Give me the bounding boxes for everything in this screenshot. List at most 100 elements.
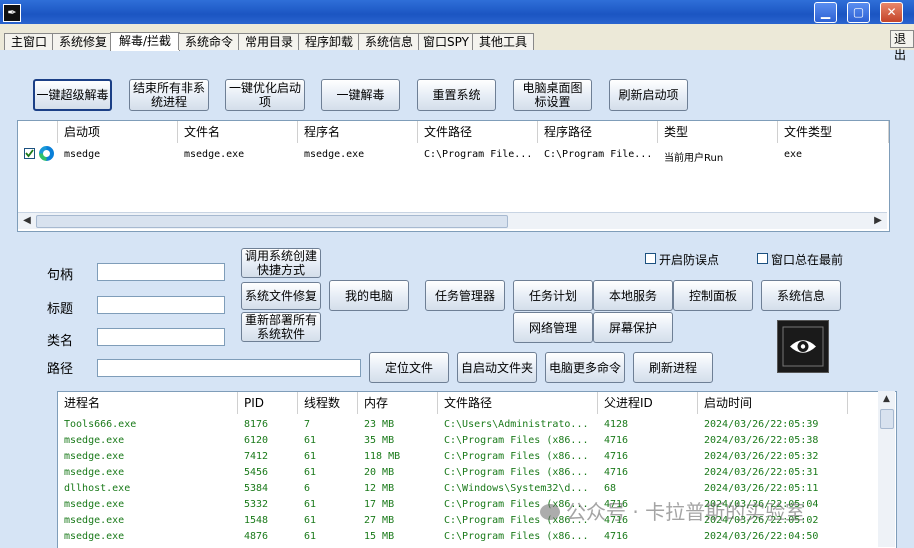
super-detox-button[interactable]: 一键超级解毒 <box>33 79 112 111</box>
minimize-button[interactable]: ▁ <box>814 2 837 23</box>
cell-threads: 61 <box>304 515 317 526</box>
table-row[interactable]: Tools666.exe 8176 7 23 MB C:\Users\Administr… <box>58 417 880 433</box>
col-header-file-name[interactable]: 文件名 <box>178 121 298 143</box>
col-header-threads[interactable]: 线程数 <box>298 392 358 414</box>
exit-tab[interactable]: 退出 <box>890 30 914 62</box>
cell-threads: 61 <box>304 435 317 446</box>
col-header-program-path[interactable]: 程序路径 <box>538 121 658 143</box>
path-input[interactable] <box>97 359 361 377</box>
cell-threads: 61 <box>304 531 317 542</box>
local-services-button[interactable]: 本地服务 <box>593 280 673 311</box>
watermark-text: 公众号 · 卡拉普斯的实验室 <box>566 500 806 524</box>
cell-parent-pid: 4716 <box>604 467 629 478</box>
scrollbar-thumb[interactable] <box>36 215 508 228</box>
cell-pid: 7412 <box>244 451 269 462</box>
col-header-startup-item[interactable]: 启动项 <box>58 121 178 143</box>
table-row[interactable]: msedge msedge.exe msedge.exe C:\Program … <box>18 145 889 164</box>
task-manager-button[interactable]: 任务管理器 <box>425 280 505 311</box>
desktop-icon-settings-button[interactable]: 电脑桌面图标设置 <box>513 79 592 111</box>
cell-memory: 12 MB <box>364 483 395 494</box>
col-header-program-name[interactable]: 程序名 <box>298 121 418 143</box>
prevent-misclick-checkbox[interactable] <box>645 253 656 264</box>
cell-file-path: C:\Program Files (x86... <box>444 467 589 478</box>
cell-start-time: 2024/03/26/22:05:38 <box>704 435 819 446</box>
startup-folder-button[interactable]: 自启动文件夹 <box>457 352 537 383</box>
tab-main[interactable]: 主窗口 <box>4 33 54 50</box>
class-input[interactable] <box>97 328 225 346</box>
eye-icon[interactable] <box>777 320 829 373</box>
tab-detox-block[interactable]: 解毒/拦截 <box>110 32 180 51</box>
title-input[interactable] <box>97 296 225 314</box>
col-header-memory[interactable]: 内存 <box>358 392 438 414</box>
col-header-process-name[interactable]: 进程名 <box>58 392 238 414</box>
cell-process-name: dllhost.exe <box>64 483 131 494</box>
cell-parent-pid: 4716 <box>604 531 629 542</box>
cell-memory: 15 MB <box>364 531 395 542</box>
col-header-start-time[interactable]: 启动时间 <box>698 392 848 414</box>
cell-parent-pid: 4716 <box>604 451 629 462</box>
tab-uninstall[interactable]: 程序卸载 <box>298 33 360 50</box>
cell-threads: 61 <box>304 467 317 478</box>
refresh-process-button[interactable]: 刷新进程 <box>633 352 713 383</box>
system-file-repair-button[interactable]: 系统文件修复 <box>241 282 321 310</box>
table-row[interactable]: msedge.exe 7412 61 118 MB C:\Program Files (… <box>58 449 880 465</box>
cell-start-time: 2024/03/26/22:04:50 <box>704 531 819 542</box>
table-row[interactable]: dllhost.exe 5384 6 12 MB C:\Windows\System32… <box>58 481 880 497</box>
table-row[interactable]: msedge.exe 5456 61 20 MB C:\Program Files (x… <box>58 465 880 481</box>
kill-nonsystem-button[interactable]: 结束所有非系统进程 <box>129 79 209 111</box>
always-on-top-checkbox[interactable] <box>757 253 768 264</box>
col-header-file-type[interactable]: 文件类型 <box>778 121 889 143</box>
optimize-startup-button[interactable]: 一键优化启动项 <box>225 79 305 111</box>
reset-system-button[interactable]: 重置系统 <box>417 79 496 111</box>
scroll-left-icon[interactable]: ◀ <box>20 213 34 228</box>
create-shortcut-button[interactable]: 调用系统创建快捷方式 <box>241 248 321 278</box>
cell-memory: 35 MB <box>364 435 395 446</box>
tab-other-tools[interactable]: 其他工具 <box>472 33 534 50</box>
cell-parent-pid: 68 <box>604 483 617 494</box>
network-management-button[interactable]: 网络管理 <box>513 312 593 343</box>
tab-system-commands[interactable]: 系统命令 <box>178 33 240 50</box>
one-click-detox-button[interactable]: 一键解毒 <box>321 79 400 111</box>
my-computer-button[interactable]: 我的电脑 <box>329 280 409 311</box>
cell-file-path: C:\Windows\System32\d... <box>444 483 589 494</box>
tab-window-spy[interactable]: 窗口SPY <box>418 33 474 50</box>
cell-file-path: C:\Program Files (x86... <box>444 531 589 542</box>
scroll-right-icon[interactable]: ▶ <box>871 213 885 228</box>
col-header-file-path[interactable]: 文件路径 <box>418 121 538 143</box>
locate-file-button[interactable]: 定位文件 <box>369 352 449 383</box>
cell-type: 当前用户Run <box>664 153 724 164</box>
row-checkbox[interactable] <box>24 148 35 159</box>
more-commands-button[interactable]: 电脑更多命令 <box>545 352 625 383</box>
cell-program-path: C:\Program File... <box>544 149 653 160</box>
cell-process-name: msedge.exe <box>64 499 125 510</box>
edge-icon <box>39 146 54 161</box>
cell-memory: 23 MB <box>364 419 395 430</box>
tab-common-dirs[interactable]: 常用目录 <box>238 33 300 50</box>
control-panel-button[interactable]: 控制面板 <box>673 280 753 311</box>
horizontal-scrollbar[interactable]: ◀ ▶ <box>18 212 887 229</box>
vertical-scrollbar[interactable]: ▲ <box>878 391 895 547</box>
close-button[interactable]: ✕ <box>880 2 903 23</box>
table-row[interactable]: msedge.exe 6120 61 35 MB C:\Program Files (x… <box>58 433 880 449</box>
cell-pid: 5384 <box>244 483 269 494</box>
cell-process-name: Tools666.exe <box>64 419 137 430</box>
header-spacer <box>848 392 880 414</box>
col-header-file-path[interactable]: 文件路径 <box>438 392 598 414</box>
col-header-parent-pid[interactable]: 父进程ID <box>598 392 698 414</box>
task-scheduler-button[interactable]: 任务计划 <box>513 280 593 311</box>
scrollbar-thumb[interactable] <box>880 409 894 429</box>
tab-system-info[interactable]: 系统信息 <box>358 33 420 50</box>
col-header-pid[interactable]: PID <box>238 392 298 414</box>
table-row[interactable]: msedge.exe 4876 61 15 MB C:\Program Files (x… <box>58 529 880 545</box>
col-header-type[interactable]: 类型 <box>658 121 778 143</box>
cell-threads: 7 <box>304 419 311 430</box>
refresh-startup-button[interactable]: 刷新启动项 <box>609 79 688 111</box>
system-info-button[interactable]: 系统信息 <box>761 280 841 311</box>
handle-input[interactable] <box>97 263 225 281</box>
screensaver-button[interactable]: 屏幕保护 <box>593 312 673 343</box>
redeploy-software-button[interactable]: 重新部署所有系统软件 <box>241 312 321 342</box>
tab-system-repair[interactable]: 系统修复 <box>52 33 114 50</box>
scroll-up-icon[interactable]: ▲ <box>879 392 894 407</box>
cell-memory: 17 MB <box>364 499 395 510</box>
maximize-button[interactable]: ▢ <box>847 2 870 23</box>
